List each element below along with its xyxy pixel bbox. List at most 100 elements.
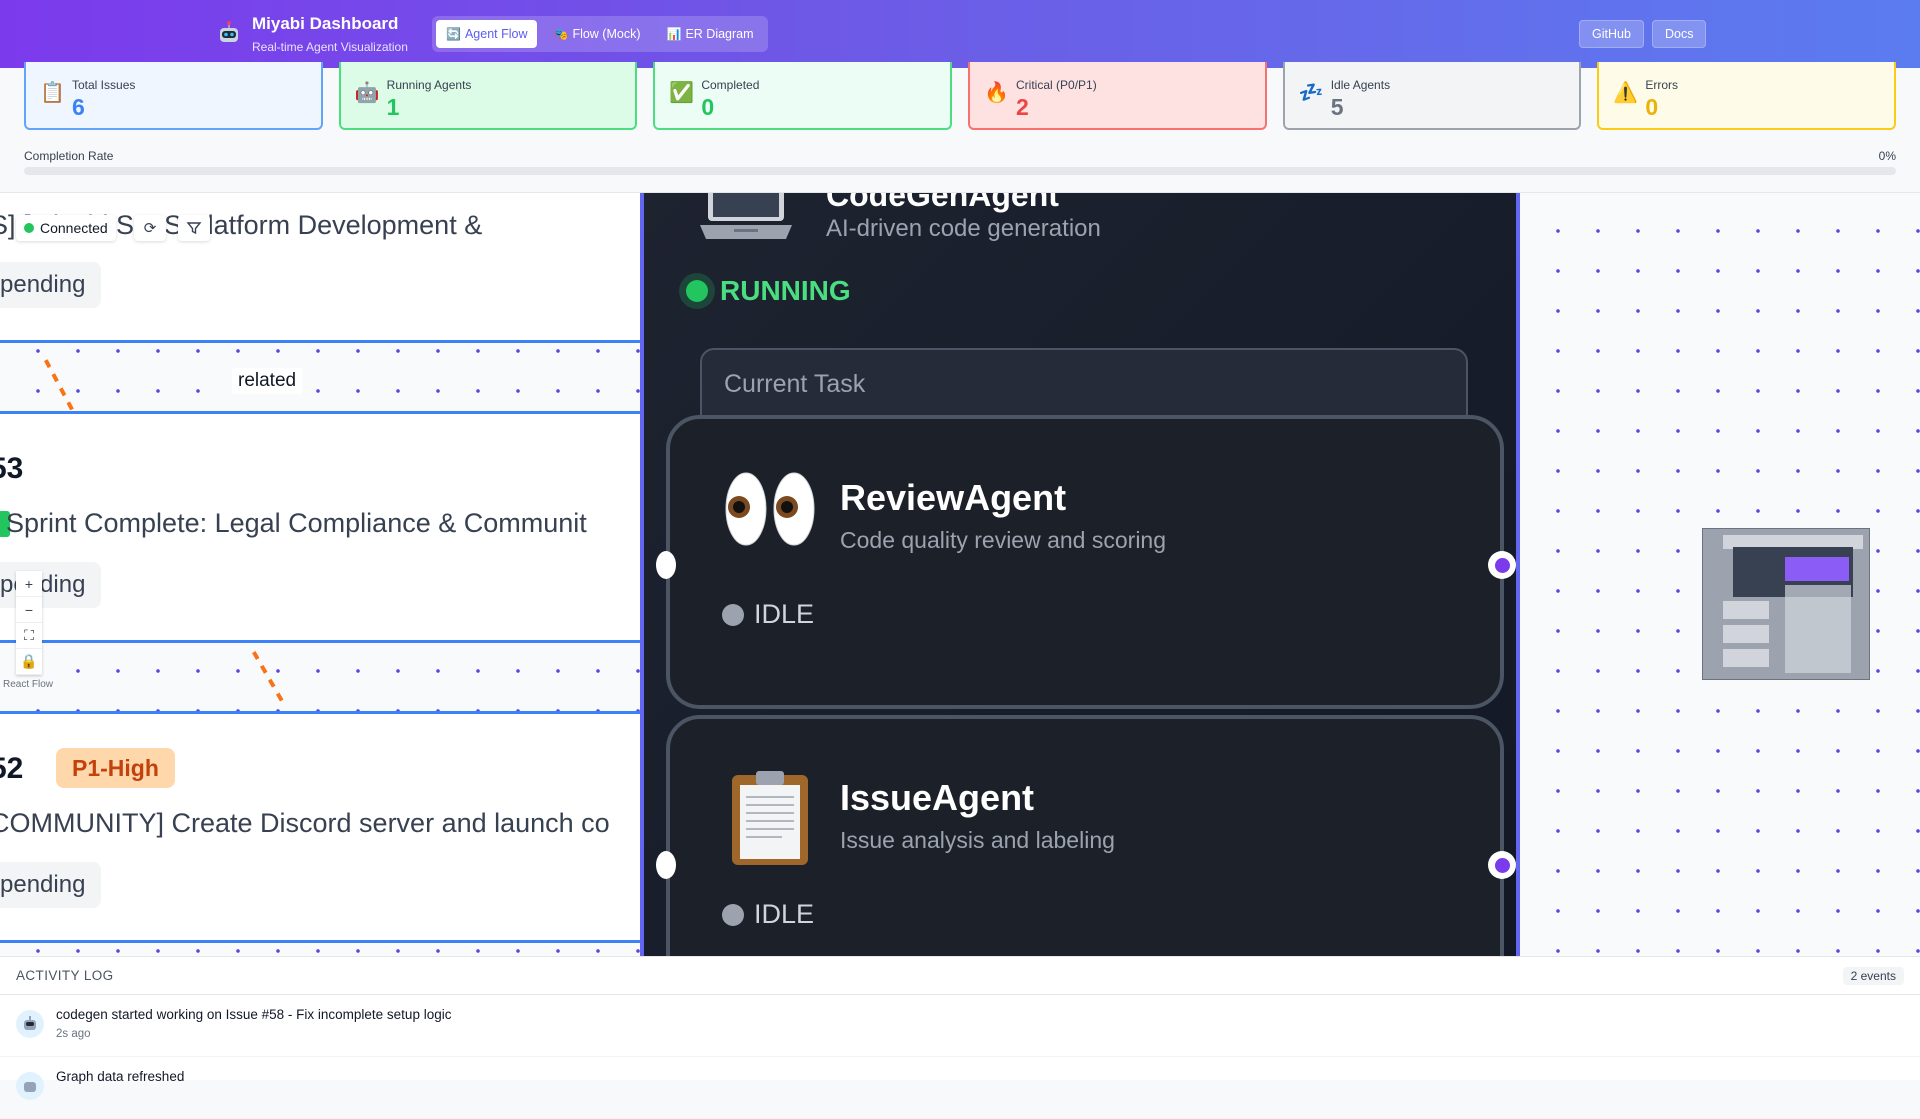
stat-running-agents: 🤖 Running Agents 1 xyxy=(338,62,638,130)
stat-critical: 🔥 Critical (P0/P1) 2 xyxy=(968,62,1267,130)
activity-title: ACTIVITY LOG xyxy=(16,968,114,983)
refresh-icon: ⟳ xyxy=(143,220,157,237)
zoom-in-button[interactable]: + xyxy=(16,571,42,597)
input-handle[interactable] xyxy=(656,551,676,579)
activity-message: Graph data refreshed xyxy=(56,1069,185,1084)
zoom-out-button[interactable]: − xyxy=(16,597,42,623)
issue-node-52[interactable]: 52 P1-High COMMUNITY] Create Discord ser… xyxy=(0,711,640,943)
input-handle[interactable] xyxy=(656,851,676,879)
refresh-avatar-icon xyxy=(16,1072,44,1100)
connection-label: Connected xyxy=(40,220,108,236)
eyes-icon xyxy=(725,472,815,546)
react-flow-attribution[interactable]: React Flow xyxy=(3,679,53,690)
agent-status: RUNNING xyxy=(686,275,851,307)
warning-icon: ⚠️ xyxy=(1613,82,1639,104)
issue-title: Sprint Complete: Legal Compliance & Comm… xyxy=(6,508,587,538)
tab-label: ER Diagram xyxy=(685,27,754,41)
edge-line xyxy=(44,359,77,416)
stat-value: 5 xyxy=(1330,94,1344,120)
tab-label: Flow (Mock) xyxy=(572,27,641,41)
agent-node-issue[interactable]: IssueAgent Issue analysis and labeling I… xyxy=(656,715,1516,956)
fit-view-button[interactable]: ⛶ xyxy=(16,623,42,649)
current-task-label: Current Task xyxy=(724,370,866,398)
idle-dot-icon xyxy=(722,603,744,626)
running-dot-icon xyxy=(686,280,708,302)
agent-name: ReviewAgent xyxy=(840,477,1067,518)
handle-dot-icon xyxy=(1494,557,1510,573)
agent-status: IDLE xyxy=(722,599,814,630)
lock-button[interactable]: 🔒 xyxy=(16,649,42,675)
zoom-controls: + − ⛶ 🔒 xyxy=(16,571,42,675)
stat-label: Idle Agents xyxy=(1330,78,1391,92)
stat-value: 0 xyxy=(701,94,715,120)
plus-icon: + xyxy=(24,575,34,592)
tab-flow-mock[interactable]: 🎭 Flow (Mock) xyxy=(543,20,650,48)
lock-icon: 🔒 xyxy=(20,653,38,669)
activity-header: ACTIVITY LOG 2 events xyxy=(0,957,1920,995)
output-handle[interactable] xyxy=(1488,851,1516,879)
stat-label: Completed xyxy=(701,78,760,92)
edge-label: related xyxy=(232,368,303,394)
stat-value: 6 xyxy=(72,94,85,120)
stat-label: Total Issues xyxy=(72,78,136,92)
completion-percent: 0% xyxy=(1878,149,1896,163)
brand: Miyabi Dashboard Real-time Agent Visuali… xyxy=(216,14,408,54)
agent-description: Issue analysis and labeling xyxy=(840,827,1115,853)
completion-label: Completion Rate xyxy=(24,149,114,163)
stat-value: 0 xyxy=(1645,94,1659,120)
refresh-button[interactable]: ⟳ xyxy=(134,215,166,241)
view-tabs: 🔄 Agent Flow 🎭 Flow (Mock) 📊 ER Diagram xyxy=(432,16,768,52)
connection-status: Connected xyxy=(16,215,116,241)
robot-icon xyxy=(220,21,238,42)
output-handle[interactable] xyxy=(1488,551,1516,579)
docs-button[interactable]: Docs xyxy=(1652,20,1707,48)
tab-agent-flow[interactable]: 🔄 Agent Flow xyxy=(436,20,538,48)
sleep-icon: 💤 xyxy=(1298,82,1324,104)
check-icon: ✅ xyxy=(669,82,695,104)
agent-name: IssueAgent xyxy=(840,777,1035,818)
laptop-icon xyxy=(700,193,792,239)
clipboard-icon: 📋 xyxy=(40,82,65,104)
status-label: IDLE xyxy=(754,599,815,629)
stat-value: 2 xyxy=(1016,94,1029,120)
edge-line xyxy=(252,651,287,707)
agent-status: IDLE xyxy=(722,899,814,930)
minimap-node xyxy=(1723,649,1769,667)
theater-icon: 🎭 xyxy=(553,27,569,41)
tab-er-diagram[interactable]: 📊 ER Diagram xyxy=(657,20,764,48)
chart-icon: 📊 xyxy=(666,27,682,41)
status-label: IDLE xyxy=(754,899,815,929)
status-label: RUNNING xyxy=(720,275,851,306)
robot-avatar-icon xyxy=(16,1010,44,1038)
robot-icon: 🤖 xyxy=(354,82,380,104)
refresh-icon: 🔄 xyxy=(446,27,461,41)
app-subtitle: Real-time Agent Visualization xyxy=(252,40,408,54)
activity-item[interactable]: Graph data refreshed xyxy=(0,1057,1920,1119)
stat-label: Errors xyxy=(1645,78,1679,92)
status-badge: pending xyxy=(0,862,102,908)
filter-button[interactable] xyxy=(178,215,210,241)
activity-message: codegen started working on Issue #58 - F… xyxy=(56,1007,452,1022)
fullscreen-icon: ⛶ xyxy=(24,627,34,643)
agent-name: CodeGenAgent xyxy=(826,193,1059,213)
idle-dot-icon xyxy=(722,903,744,926)
agent-panel: CodeGenAgent AI-driven code generation R… xyxy=(640,193,1520,956)
activity-time: 2s ago xyxy=(56,1028,91,1040)
issue-node-53[interactable]: 53 Sprint Complete: Legal Compliance & C… xyxy=(0,411,640,643)
fire-icon: 🔥 xyxy=(984,82,1009,104)
tab-label: Agent Flow xyxy=(464,27,528,41)
github-button[interactable]: GitHub xyxy=(1579,20,1644,48)
completion-bar xyxy=(24,167,1896,175)
stat-label: Running Agents xyxy=(386,78,472,92)
minimap[interactable] xyxy=(1702,528,1870,680)
agent-description: AI-driven code generation xyxy=(826,215,1101,242)
stats-row: 📋 Total Issues 6 🤖 Running Agents 1 ✅ Comp… xyxy=(24,62,1897,130)
activity-item[interactable]: codegen started working on Issue #58 - F… xyxy=(0,995,1920,1057)
stat-completed: ✅ Completed 0 xyxy=(653,62,953,130)
activity-log: ACTIVITY LOG 2 events codegen started wo… xyxy=(0,956,1920,1119)
clipboard-icon xyxy=(732,771,808,865)
agent-node-review[interactable]: ReviewAgent Code quality review and scor… xyxy=(656,415,1516,709)
stat-errors: ⚠️ Errors 0 xyxy=(1597,62,1897,130)
flow-canvas[interactable]: S] [Miyabi SaaS Platform Development & p… xyxy=(0,192,1920,956)
priority-badge: P1-High xyxy=(56,748,175,788)
